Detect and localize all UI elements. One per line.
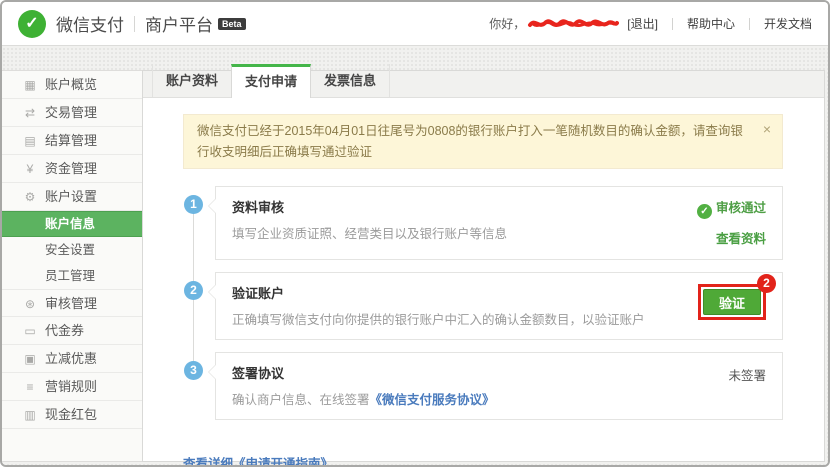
sidebar-item-voucher[interactable]: ▭ 代金券 (2, 317, 142, 345)
step-desc-text: 确认商户信息、在线签署 (232, 393, 370, 407)
sidebar-item-cash-redpacket[interactable]: ▥ 现金红包 (2, 401, 142, 429)
sidebar-subitem-account-info[interactable]: 账户信息 (2, 211, 142, 237)
sidebar-item-label: 审核管理 (45, 296, 97, 311)
tab-invoice-info[interactable]: 发票信息 (311, 64, 390, 97)
payment-application-content: 微信支付已经于2015年04月01日往尾号为0808的银行账户打入一笔随机数目的… (143, 98, 824, 467)
step-number-badge: 2 (184, 281, 203, 300)
step-box: 签署协议 确认商户信息、在线签署《微信支付服务协议》 未签署 (215, 352, 783, 420)
notice-banner: 微信支付已经于2015年04月01日往尾号为0808的银行账户打入一笔随机数目的… (183, 114, 783, 169)
brand-name: 微信支付 (56, 11, 124, 36)
annotation-highlight-box: 验证 2 (698, 284, 766, 320)
check-circle-icon: ✓ (697, 204, 712, 219)
product-name: 商户平台 (145, 11, 213, 36)
sidebar-item-label: 安全设置 (45, 243, 95, 257)
star-circle-icon: ⊛ (22, 290, 38, 318)
beta-badge: Beta (218, 18, 246, 30)
wechat-pay-logo: ✓ (18, 10, 46, 38)
sidebar-item-funds-mgmt[interactable]: ¥ 资金管理 (2, 155, 142, 183)
step-desc: 填写企业资质证照、经营类目以及银行账户等信息 (232, 223, 507, 242)
step-title: 资料审核 (232, 197, 507, 216)
close-icon[interactable]: × (763, 122, 771, 136)
sidebar-item-label: 代金券 (45, 323, 84, 338)
step-main: 签署协议 确认商户信息、在线签署《微信支付服务协议》 (232, 363, 495, 408)
step-desc: 正确填写微信支付向你提供的银行账户中汇入的确认金额数目，以验证账户 (232, 309, 645, 328)
audit-passed-status: ✓ 审核通过 (697, 197, 766, 219)
ledger-icon: ▤ (22, 127, 38, 155)
discount-icon: ▣ (22, 345, 38, 373)
redacted-username (527, 17, 619, 30)
step-audit: 1 资料审核 填写企业资质证照、经营类目以及银行账户等信息 ✓ 审核通过 查看资料 (183, 186, 783, 260)
nav-divider (749, 18, 750, 30)
sidebar-item-discount[interactable]: ▣ 立减优惠 (2, 345, 142, 373)
audit-passed-label: 审核通过 (716, 201, 766, 215)
app-window: ✓ 微信支付 商户平台 Beta 你好， [退出] 帮助中心 开发文档 ▦ 账户概… (0, 0, 830, 467)
annotation-badge-2: 2 (757, 274, 776, 293)
dev-docs-link[interactable]: 开发文档 (764, 15, 812, 32)
greeting-text: 你好， (489, 15, 525, 32)
gear-icon: ⚙ (22, 183, 38, 211)
step-box: 资料审核 填写企业资质证照、经营类目以及银行账户等信息 ✓ 审核通过 查看资料 (215, 186, 783, 260)
logout-link[interactable]: [退出] (627, 15, 658, 32)
tab-label: 支付申请 (245, 74, 297, 89)
sidebar-item-account-settings[interactable]: ⚙ 账户设置 (2, 183, 142, 211)
tab-account-info[interactable]: 账户资料 (152, 64, 231, 97)
sidebar: ▦账户概览 ⇄交易管理 ▤结算管理 ¥资金管理 ⚙账户设置 账户信息 安全设置 … (2, 70, 142, 462)
sidebar-item-transaction-mgmt[interactable]: ⇄ 交易管理 (2, 99, 142, 127)
sidebar-item-label: 资金管理 (45, 161, 97, 176)
brand-divider (134, 16, 135, 32)
sidebar-item-label: 账户信息 (45, 217, 95, 231)
step-status-area: 验证 2 (698, 283, 766, 328)
sidebar-item-label: 现金红包 (45, 407, 97, 422)
tab-label: 发票信息 (324, 73, 376, 88)
step-status-area: 未签署 (728, 363, 766, 408)
red-packet-icon: ▥ (22, 401, 38, 429)
step-verify-account: 2 验证账户 正确填写微信支付向你提供的银行账户中汇入的确认金额数目，以验证账户… (183, 272, 783, 340)
steps-list: 1 资料审核 填写企业资质证照、经营类目以及银行账户等信息 ✓ 审核通过 查看资料 (183, 186, 783, 420)
unsigned-status: 未签署 (728, 365, 766, 384)
logo-check-icon: ✓ (25, 15, 38, 32)
sidebar-item-label: 立减优惠 (45, 351, 97, 366)
content-panel: 微信支付已经于2015年04月01日往尾号为0808的银行账户打入一笔随机数目的… (142, 70, 825, 462)
verify-button[interactable]: 验证 (703, 289, 761, 315)
step-title: 验证账户 (232, 283, 645, 302)
step-number-badge: 1 (184, 195, 203, 214)
step-desc: 确认商户信息、在线签署《微信支付服务协议》 (232, 389, 495, 408)
sidebar-item-account-overview[interactable]: ▦ 账户概览 (2, 71, 142, 99)
step-status-area: ✓ 审核通过 查看资料 (697, 197, 766, 248)
sidebar-subitem-staff-mgmt[interactable]: 员工管理 (2, 263, 142, 289)
view-materials-link[interactable]: 查看资料 (716, 228, 766, 247)
ticket-icon: ▭ (22, 317, 38, 345)
tab-label: 账户资料 (166, 73, 218, 88)
step-main: 资料审核 填写企业资质证照、经营类目以及银行账户等信息 (232, 197, 507, 248)
help-center-link[interactable]: 帮助中心 (687, 15, 735, 32)
step-sign-agreement: 3 签署协议 确认商户信息、在线签署《微信支付服务协议》 未签署 (183, 352, 783, 420)
sidebar-item-marketing-rules[interactable]: ≡ 营销规则 (2, 373, 142, 401)
step-number-badge: 3 (184, 361, 203, 380)
step-main: 验证账户 正确填写微信支付向你提供的银行账户中汇入的确认金额数目，以验证账户 (232, 283, 645, 328)
step-box: 验证账户 正确填写微信支付向你提供的银行账户中汇入的确认金额数目，以验证账户 验… (215, 272, 783, 340)
tab-bar: 账户资料 支付申请 发票信息 (152, 64, 390, 98)
header-user-nav: 你好， [退出] 帮助中心 开发文档 (489, 15, 812, 32)
service-agreement-link[interactable]: 《微信支付服务协议》 (370, 393, 495, 407)
sidebar-item-settlement-mgmt[interactable]: ▤ 结算管理 (2, 127, 142, 155)
notice-text: 微信支付已经于2015年04月01日往尾号为0808的银行账户打入一笔随机数目的… (197, 124, 743, 159)
list-icon: ≡ (22, 373, 38, 401)
sidebar-subitem-security-settings[interactable]: 安全设置 (2, 237, 142, 263)
transfer-arrows-icon: ⇄ (22, 99, 38, 127)
money-bag-icon: ¥ (22, 155, 38, 183)
sidebar-item-audit-mgmt[interactable]: ⊛ 审核管理 (2, 289, 142, 317)
app-header: ✓ 微信支付 商户平台 Beta 你好， [退出] 帮助中心 开发文档 (2, 2, 828, 46)
application-guide-link[interactable]: 查看详细《申请开通指南》 (183, 453, 333, 467)
sidebar-item-label: 账户概览 (45, 77, 97, 92)
sidebar-item-label: 结算管理 (45, 133, 97, 148)
step-title: 签署协议 (232, 363, 495, 382)
grid-icon: ▦ (22, 71, 38, 99)
tab-payment-application[interactable]: 支付申请 (231, 64, 311, 98)
sidebar-item-label: 账户设置 (45, 189, 97, 204)
sidebar-item-label: 交易管理 (45, 105, 97, 120)
sidebar-item-label: 营销规则 (45, 379, 97, 394)
sidebar-item-label: 员工管理 (45, 269, 95, 283)
nav-divider (672, 18, 673, 30)
